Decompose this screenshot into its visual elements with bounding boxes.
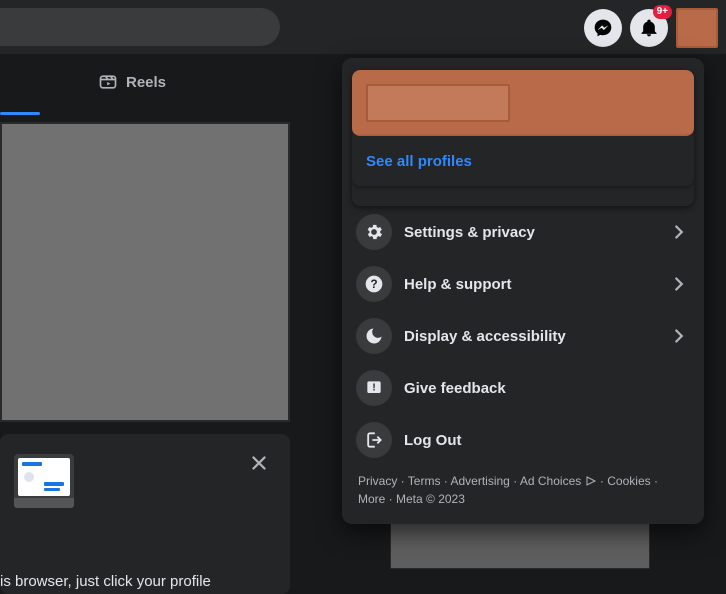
chevron-right-icon [668,325,690,347]
legal-terms[interactable]: Terms [408,474,441,488]
profile-name-placeholder [366,84,510,122]
top-right-icons: 9+ [584,8,718,48]
account-menu: See all profiles Settings & privacy ? He… [342,58,704,524]
messenger-button[interactable] [584,9,622,47]
legal-links: Privacy · Terms · Advertising · Ad Choic… [350,466,696,516]
menu-label: Settings & privacy [404,224,668,241]
menu-help-support[interactable]: ? Help & support [350,258,696,310]
menu-label: Log Out [404,432,690,449]
menu-log-out[interactable]: Log Out [350,414,696,466]
legal-more[interactable]: More [358,492,385,506]
svg-text:!: ! [372,383,375,394]
promo-thumbnail [14,454,74,508]
profile-card-wrap: See all profiles [352,70,694,206]
ad-choices-icon [585,475,597,487]
menu-label: Display & accessibility [404,328,668,345]
legal-advertising[interactable]: Advertising [450,474,509,488]
menu-label: Give feedback [404,380,690,397]
messenger-icon [593,18,613,38]
close-button[interactable] [248,452,272,476]
svg-text:?: ? [370,278,377,291]
promo-text: is browser, just click your profile [0,572,280,592]
notifications-button[interactable]: 9+ [630,9,668,47]
active-tab-indicator [0,112,40,115]
notification-badge: 9+ [653,5,672,19]
logout-icon [356,422,392,458]
legal-privacy[interactable]: Privacy [358,474,397,488]
legal-meta: Meta © 2023 [396,492,465,506]
menu-label: Help & support [404,276,668,293]
account-avatar[interactable] [676,8,718,48]
menu-settings-privacy[interactable]: Settings & privacy [350,206,696,258]
legal-cookies[interactable]: Cookies [607,474,650,488]
content-preview[interactable] [0,122,290,422]
profile-card[interactable] [352,70,694,136]
question-icon: ? [356,266,392,302]
chevron-right-icon [668,221,690,243]
close-icon [248,452,270,474]
feedback-icon: ! [356,370,392,406]
tab-reels-label: Reels [126,74,166,91]
promo-card: is browser, just click your profile [0,434,290,594]
menu-display-accessibility[interactable]: Display & accessibility [350,310,696,362]
tab-reels[interactable]: Reels [80,57,184,107]
search-input[interactable] [0,8,280,46]
chevron-right-icon [668,273,690,295]
left-column: Reels is browser, just click your profil… [0,54,292,540]
top-bar: 9+ [0,0,726,54]
menu-give-feedback[interactable]: ! Give feedback [350,362,696,414]
moon-icon [356,318,392,354]
reels-icon [98,72,118,92]
tabs-row: Reels [0,54,292,110]
see-all-profiles[interactable]: See all profiles [352,136,694,186]
bell-icon [639,18,659,38]
gear-icon [356,214,392,250]
legal-ad-choices[interactable]: Ad Choices [520,474,597,488]
